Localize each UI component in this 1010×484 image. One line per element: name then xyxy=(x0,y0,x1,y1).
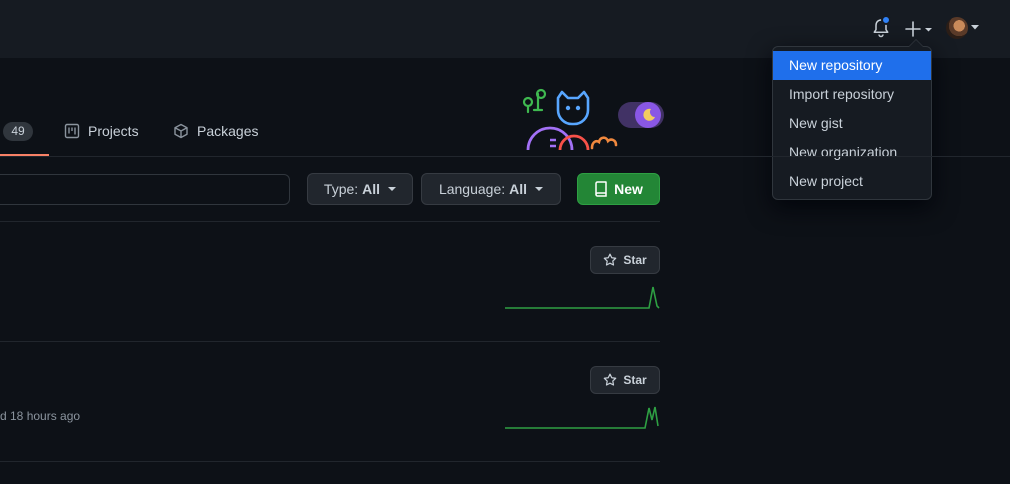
star-icon xyxy=(604,373,617,386)
star-button[interactable]: Star xyxy=(590,246,660,274)
octocat-illustration xyxy=(522,88,664,151)
language-filter-button[interactable]: Language: All xyxy=(421,173,561,205)
chevron-down-icon xyxy=(535,187,544,191)
tab-projects[interactable]: Projects xyxy=(64,120,139,142)
menu-item-import-repository[interactable]: Import repository xyxy=(773,80,931,109)
repository-search-input[interactable] xyxy=(0,174,290,205)
menu-item-new-gist[interactable]: New gist xyxy=(773,109,931,138)
star-icon xyxy=(604,253,617,266)
new-button-label: New xyxy=(614,181,643,197)
repositories-count-badge[interactable]: 49 xyxy=(3,122,33,141)
menu-item-new-repository[interactable]: New repository xyxy=(773,51,931,80)
new-repository-button[interactable]: New xyxy=(577,173,660,205)
chevron-down-icon xyxy=(388,187,397,191)
tab-packages[interactable]: Packages xyxy=(173,120,258,142)
menu-item-new-organization[interactable]: New organization xyxy=(773,138,931,167)
notification-indicator xyxy=(881,15,891,25)
menu-item-new-project[interactable]: New project xyxy=(773,167,931,196)
type-filter-button[interactable]: Type: All xyxy=(307,173,413,205)
avatar[interactable] xyxy=(946,17,982,41)
active-tab-indicator xyxy=(0,154,49,156)
package-icon xyxy=(174,123,188,139)
star-button-label: Star xyxy=(623,373,647,387)
list-divider xyxy=(0,341,660,342)
type-filter-value: All xyxy=(362,181,381,197)
star-button[interactable]: Star xyxy=(590,366,660,394)
new-dropdown-menu: New repository Import repository New gis… xyxy=(772,39,932,200)
tabs-divider xyxy=(0,156,1010,157)
type-filter-prefix: Type: xyxy=(323,181,359,197)
repo-updated-time: d 18 hours ago xyxy=(0,409,81,423)
list-divider xyxy=(0,221,660,222)
activity-sparkline xyxy=(505,286,660,309)
tab-projects-label: Projects xyxy=(88,123,139,139)
list-divider xyxy=(0,461,660,462)
language-filter-prefix: Language: xyxy=(438,181,506,197)
chevron-down-icon xyxy=(971,25,979,30)
tab-packages-label: Packages xyxy=(197,123,259,139)
repo-icon xyxy=(595,181,607,197)
plus-icon[interactable] xyxy=(903,18,935,40)
language-filter-value: All xyxy=(509,181,528,197)
star-button-label: Star xyxy=(623,253,647,267)
activity-sparkline xyxy=(505,406,659,429)
avatar-image xyxy=(946,17,968,39)
project-icon xyxy=(64,123,80,139)
